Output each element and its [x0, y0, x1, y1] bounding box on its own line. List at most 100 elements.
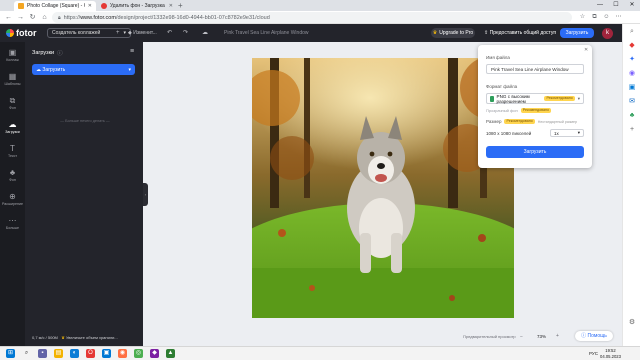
- maximize-button[interactable]: ☐: [608, 0, 624, 11]
- rail-label: Текст: [7, 154, 18, 158]
- custom-size-option[interactable]: Нестандартный размер: [538, 120, 577, 124]
- profile-icon[interactable]: ☺: [602, 13, 611, 22]
- logo-text: fotor: [16, 28, 37, 38]
- forward-icon[interactable]: →: [16, 13, 25, 22]
- uploads-panel: Загрузки ⓘ ≡ ☁ Загрузить ▾ — Больше нече…: [25, 42, 143, 346]
- url-field[interactable]: 🔒︎ https://www.fotor.com/design/project/…: [52, 12, 572, 23]
- storage-info: 0,7 м/с / 500M ♛ Увеличьте объем хранили…: [32, 335, 118, 340]
- edge-sidebar: ⌕ ◆ ✦ ◉ ▣ ✉ ♣ + ⚙: [622, 24, 640, 346]
- info-icon[interactable]: ⓘ: [57, 49, 63, 57]
- start-icon[interactable]: ⊞: [6, 349, 15, 358]
- favorites-icon[interactable]: ☆: [578, 13, 587, 22]
- zoom-in-icon[interactable]: +: [556, 333, 559, 339]
- rail-item-background[interactable]: ⧉ Фон: [0, 96, 25, 110]
- collapse-panel-handle[interactable]: ‹: [143, 183, 148, 206]
- explorer-icon[interactable]: ▤: [54, 349, 63, 358]
- rail-item-extension[interactable]: ⊕ Расширение: [0, 192, 25, 206]
- share-button[interactable]: ⇪ Предоставить общий доступ: [484, 28, 556, 38]
- zoom-out-icon[interactable]: −: [520, 334, 523, 340]
- download-button[interactable]: Загрузить: [560, 28, 594, 38]
- multiplier-value: 1x: [554, 130, 559, 136]
- tab-title: Удалить фон - Загрузка изобр...: [110, 3, 166, 9]
- dialog-download-button[interactable]: Загрузить: [486, 146, 584, 158]
- transparent-bg-row[interactable]: Прозрачный фон Рекомендовано: [486, 108, 551, 113]
- extension-icon: ⊕: [9, 192, 16, 201]
- close-icon[interactable]: ✕: [584, 47, 588, 53]
- multiplier-select[interactable]: 1x ▾: [550, 129, 584, 137]
- redo-icon[interactable]: ↷: [183, 28, 188, 38]
- outlook-icon[interactable]: ✉: [627, 98, 637, 106]
- store-icon[interactable]: ▣: [102, 349, 111, 358]
- upload-button[interactable]: ☁ Загрузить ▾: [32, 64, 135, 75]
- canvas-photo-wolf[interactable]: [252, 58, 514, 318]
- rail-item-more[interactable]: ⋯ Больше: [0, 216, 25, 230]
- office-icon[interactable]: ▣: [627, 84, 637, 92]
- tab-collage[interactable]: Photo Collage (Square) - Collage ✕: [14, 1, 96, 11]
- help-label: Помощь: [587, 333, 607, 339]
- rail-item-templates[interactable]: ▦ Шаблоны: [0, 72, 25, 86]
- opera-icon[interactable]: O: [86, 349, 95, 358]
- url-text: https://www.fotor.com/design/project/133…: [63, 14, 270, 21]
- fotor-favicon-icon: [18, 3, 24, 9]
- format-select[interactable]: PNG с высоким разрешением Рекомендовано …: [486, 93, 584, 104]
- collections-icon[interactable]: ⧉: [590, 13, 599, 22]
- app-icon[interactable]: ◆: [150, 349, 159, 358]
- fotor-logo[interactable]: fotor: [6, 28, 37, 38]
- minimize-button[interactable]: —: [592, 0, 608, 11]
- close-icon[interactable]: ✕: [169, 3, 173, 9]
- panel-title-text: Загрузки: [32, 50, 55, 56]
- search-icon[interactable]: ⌕: [22, 349, 31, 358]
- rail-label: Расширение: [2, 202, 23, 206]
- rail-item-collage[interactable]: ▣ Коллаж: [0, 48, 25, 62]
- shopping-icon[interactable]: ◆: [627, 42, 637, 50]
- text-icon: T: [10, 144, 15, 153]
- more-icon[interactable]: ⋯: [614, 13, 623, 22]
- app-icon[interactable]: ▲: [166, 349, 175, 358]
- more-icon: ⋯: [8, 216, 17, 225]
- crown-icon: ♛: [432, 30, 438, 36]
- improve-button[interactable]: ◆ Изменит...: [128, 28, 157, 38]
- size-label: Размер: [486, 119, 502, 124]
- edge-icon[interactable]: ◐: [70, 349, 79, 358]
- search-icon[interactable]: ⌕: [627, 28, 637, 36]
- back-icon[interactable]: ←: [4, 13, 13, 22]
- rail-item-text[interactable]: T Текст: [0, 144, 25, 158]
- close-window-button[interactable]: ✕: [624, 0, 640, 11]
- size-badge[interactable]: Рекомендовано: [504, 119, 535, 124]
- preview-label[interactable]: Предварительный просмотр: [463, 334, 516, 339]
- teams-icon[interactable]: ▪: [38, 349, 47, 358]
- left-rail: ▣ Коллаж ▦ Шаблоны ⧉ Фон ☁ Загрузки T Текст ♣…: [0, 42, 25, 346]
- tools-icon[interactable]: ✦: [627, 56, 637, 64]
- upgrade-pro-button[interactable]: ♛ Upgrade to Pro: [431, 28, 475, 38]
- chevron-down-icon: ▾: [577, 95, 580, 101]
- home-icon[interactable]: ⌂: [40, 13, 49, 22]
- help-button[interactable]: ⓘ Помощь: [575, 331, 613, 341]
- rail-item-elements[interactable]: ♣ Фон: [0, 168, 25, 182]
- games-icon[interactable]: ◉: [627, 70, 637, 78]
- new-tab-button[interactable]: +: [178, 1, 183, 10]
- add-icon[interactable]: +: [627, 126, 637, 134]
- settings-icon[interactable]: ⚙: [627, 319, 637, 327]
- reload-icon[interactable]: ↻: [28, 13, 37, 22]
- lock-icon: 🔒︎: [58, 14, 61, 21]
- add-icon[interactable]: +: [116, 28, 120, 38]
- language-indicator[interactable]: РУС: [589, 351, 598, 356]
- tree-icon[interactable]: ♣: [627, 112, 637, 120]
- menu-icon[interactable]: ≡: [130, 48, 134, 55]
- document-title[interactable]: Pink Travel Sea Line Airplane Window: [224, 28, 309, 38]
- chrome-icon[interactable]: ◎: [134, 349, 143, 358]
- storage-upgrade-link[interactable]: Увеличьте объем хранили...: [66, 335, 118, 340]
- tab-remove-bg[interactable]: Удалить фон - Загрузка изобр... ✕: [97, 1, 177, 11]
- undo-icon[interactable]: ↶: [167, 28, 172, 38]
- clock[interactable]: 19:52 04.05.2023: [600, 348, 621, 359]
- chevron-down-icon: ▾: [128, 66, 131, 73]
- rail-item-uploads[interactable]: ☁ Загрузки: [0, 120, 25, 134]
- filename-field[interactable]: Pink Travel Sea Line Airplane Window: [486, 64, 584, 74]
- close-icon[interactable]: ✕: [88, 3, 92, 9]
- format-value: PNG с высоким разрешением: [496, 93, 530, 104]
- zoom-value[interactable]: 73%: [537, 334, 546, 339]
- wolf-photo-image: [252, 58, 514, 318]
- cloud-icon[interactable]: ☁: [202, 28, 208, 38]
- firefox-icon[interactable]: ◉: [118, 349, 127, 358]
- avatar[interactable]: k: [602, 28, 613, 39]
